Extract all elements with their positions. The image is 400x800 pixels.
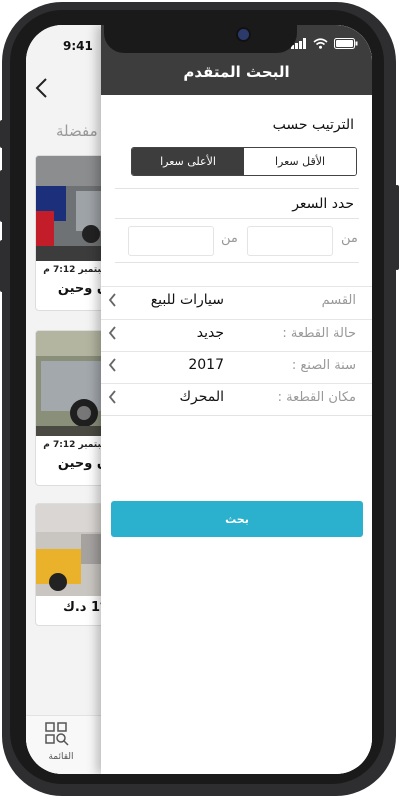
volume-down-button: [0, 240, 4, 292]
screen: 9:41 مفضلة سبتمبر 7:12 م ن وحين سبتمبر 7…: [26, 25, 372, 774]
filter-value: 2017: [188, 357, 224, 373]
sort-segmented-control: الأعلى سعرا الأقل سعرا: [131, 147, 357, 176]
chevron-left-icon: [108, 326, 117, 343]
filter-value: المحرك: [179, 389, 224, 405]
phone-notch: [104, 25, 297, 53]
mute-switch: [0, 120, 4, 148]
filter-row-condition[interactable]: جديد حالة القطعة :: [101, 319, 372, 351]
price-label: حدد السعر: [292, 196, 354, 212]
back-arrow-icon[interactable]: [34, 77, 50, 104]
menu-label[interactable]: القائمة: [26, 752, 96, 762]
chevron-left-icon: [108, 358, 117, 375]
row-divider: [101, 319, 372, 320]
advanced-search-drawer: البحث المتقدم الترتيب حسب الأعلى سعرا ال…: [101, 25, 372, 774]
price-from-label: من: [341, 231, 358, 246]
divider: [115, 262, 359, 263]
filter-label: حالة القطعة :: [282, 326, 356, 341]
filter-label: سنة الصنع :: [291, 358, 356, 373]
chevron-left-icon: [108, 293, 117, 310]
price-to-input[interactable]: [128, 226, 214, 256]
row-divider: [101, 351, 372, 352]
drawer-title: البحث المتقدم: [183, 63, 290, 81]
row-divider: [101, 383, 372, 384]
sort-option-highest-price[interactable]: الأعلى سعرا: [132, 148, 244, 175]
sort-option-lowest-price[interactable]: الأقل سعرا: [244, 148, 356, 175]
filter-row-location[interactable]: المحرك مكان القطعة :: [101, 383, 372, 415]
menu-grid-icon[interactable]: [45, 722, 69, 750]
wifi-icon: [313, 38, 328, 49]
chevron-left-icon: [108, 390, 117, 407]
row-divider: [101, 286, 372, 287]
filter-value: جديد: [196, 325, 224, 341]
search-button[interactable]: بحث: [111, 501, 363, 537]
filter-value: سيارات للبيع: [150, 292, 224, 308]
power-button: [395, 185, 399, 270]
status-icons: [291, 38, 358, 49]
filter-label: القسم: [321, 293, 356, 308]
price-from-input[interactable]: [247, 226, 333, 256]
volume-up-button: [0, 170, 4, 222]
price-to-label: من: [221, 231, 238, 246]
filter-row-year[interactable]: 2017 سنة الصنع :: [101, 351, 372, 383]
battery-icon: [334, 38, 358, 49]
front-camera: [236, 27, 251, 42]
divider: [115, 218, 359, 219]
filter-label: مكان القطعة :: [277, 390, 356, 405]
filter-row-category[interactable]: سيارات للبيع القسم: [101, 286, 372, 318]
divider: [101, 415, 372, 416]
favorites-label: مفضلة: [56, 122, 98, 140]
divider: [115, 188, 359, 189]
sort-label: الترتيب حسب: [272, 117, 354, 133]
status-time: 9:41: [63, 39, 93, 53]
bottom-nav: القائمة: [26, 715, 106, 774]
